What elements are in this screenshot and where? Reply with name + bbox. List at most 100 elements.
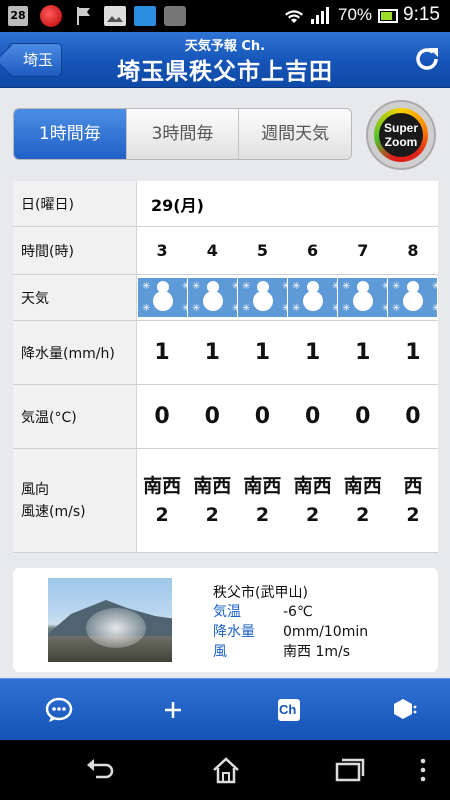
live-camera-card[interactable]: 秩父市(武甲山) 気温 -6℃ 降水量 0mm/10min 風 南西 1m/s — [13, 568, 438, 672]
date-label: 日(曜日) — [13, 181, 137, 226]
hour-cell: 6 — [307, 241, 319, 260]
main-content: 1時間毎 3時間毎 週間天気 Super Zoom 日(曜日) 29(月) 時間… — [0, 88, 450, 678]
hour-label: 時間(時) — [13, 227, 137, 274]
superzoom-line1: Super — [383, 121, 418, 135]
hour-cell: 5 — [256, 241, 268, 260]
snowflake-icon: ✳ — [282, 303, 287, 314]
recent-apps-icon[interactable] — [334, 756, 366, 784]
wind-speed: 2 — [406, 503, 420, 526]
back-icon[interactable] — [84, 756, 116, 784]
precip-cell: 1 — [204, 340, 220, 365]
app-header: 埼玉 天気予報 Ch. 埼玉県秩父市上吉田 — [0, 32, 450, 88]
precip-cell: 1 — [154, 340, 170, 365]
snowflake-icon: ✳ — [242, 281, 251, 292]
snow-icon: ✳ ✳ ✳ ✳ — [388, 278, 437, 317]
wind-speed: 2 — [205, 503, 219, 526]
home-icon[interactable] — [210, 756, 242, 784]
wind-direction: 南西 — [143, 474, 182, 497]
snowflake-icon: ✳ — [382, 281, 387, 292]
precip-cell: 1 — [405, 340, 421, 365]
temp-cell: 0 — [154, 404, 170, 429]
wind-speed: 2 — [155, 503, 169, 526]
wind-label-line1: 風向 — [21, 481, 49, 498]
tab-hourly[interactable]: 1時間毎 — [14, 109, 126, 159]
date-value: 29(月) — [137, 181, 438, 226]
battery-percent: 70% — [338, 5, 373, 24]
snowman-icon — [202, 281, 224, 317]
snowflake-icon: ✳ — [142, 303, 151, 314]
app-icon — [40, 5, 62, 27]
bottom-toolbar: Ch — [0, 678, 450, 740]
snow-icon: ✳ ✳ ✳ ✳ — [138, 278, 187, 317]
wind-cell: 南西 2 — [237, 449, 287, 552]
wind-speed: 2 — [356, 503, 370, 526]
precip-row: 降水量(mm/h) 1 1 1 1 1 1 — [13, 321, 438, 385]
snowman-icon — [152, 281, 174, 317]
snowflake-icon: ✳ — [232, 281, 237, 292]
comment-icon[interactable] — [45, 696, 73, 724]
live-observations: 気温 -6℃ 降水量 0mm/10min 風 南西 1m/s — [213, 602, 368, 662]
wind-direction: 南西 — [193, 474, 232, 497]
snow-icon: ✳ ✳ ✳ ✳ — [338, 278, 387, 317]
snowflake-icon: ✳ — [282, 281, 287, 292]
snowflake-icon: ✳ — [182, 281, 187, 292]
temp-cell: 0 — [254, 404, 271, 429]
wind-direction: 南西 — [243, 474, 282, 497]
menu-icon[interactable] — [418, 756, 428, 784]
tab-3hourly[interactable]: 3時間毎 — [125, 109, 239, 159]
hour-cell: 4 — [206, 241, 218, 260]
weather-table: 日(曜日) 29(月) 時間(時) 3 4 5 6 7 8 天気 ✳ ✳ ✳ ✳ ✳ ✳ ✳… — [13, 181, 438, 553]
channel-icon[interactable]: Ch — [275, 696, 303, 724]
precip-cell: 1 — [355, 340, 371, 365]
snowflake-icon: ✳ — [232, 303, 237, 314]
calendar-icon: 28 — [8, 6, 28, 26]
hour-cell: 7 — [357, 241, 369, 260]
temp-cell: 0 — [355, 404, 371, 429]
tab-weekly[interactable]: 週間天気 — [238, 109, 351, 159]
hour-cell: 8 — [407, 241, 419, 260]
wind-speed: 2 — [305, 503, 320, 526]
wind-cell: 南西 2 — [338, 449, 388, 552]
snowflake-icon: ✳ — [292, 281, 301, 292]
status-bar: 28 70% 9:15 — [0, 0, 450, 32]
wind-label-line2: 風速(m/s) — [21, 503, 86, 520]
live-key: 気温 — [213, 604, 241, 620]
live-key: 降水量 — [213, 624, 255, 640]
live-camera-photo[interactable] — [48, 578, 172, 662]
wind-direction: 西 — [403, 474, 423, 497]
refresh-icon[interactable] — [412, 44, 442, 74]
back-button-label: 埼玉 — [23, 51, 54, 69]
snowflake-icon: ✳ — [382, 303, 387, 314]
plus-icon[interactable] — [159, 696, 187, 724]
snowflake-icon: ✳ — [332, 281, 337, 292]
snowflake-icon: ✳ — [192, 281, 201, 292]
snow-icon: ✳ ✳ ✳ ✳ — [238, 278, 287, 317]
live-location: 秩父市(武甲山) — [213, 585, 308, 601]
settings-icon[interactable] — [389, 696, 417, 724]
weather-row: 天気 ✳ ✳ ✳ ✳ ✳ ✳ ✳ ✳ ✳ ✳ ✳ ✳ ✳ ✳ ✳ ✳ ✳ ✳ ✳ ✳ ✳ ✳ ✳ ✳ — [13, 275, 438, 321]
wind-row: 風向 風速(m/s) 南西 2 南西 2 南西 2 南西 2 南西 2 西2 — [13, 449, 438, 553]
live-value: 南西 1m/s — [283, 644, 351, 660]
signal-icon — [310, 6, 330, 26]
hour-cell: 3 — [156, 241, 168, 260]
superzoom-ring: Super Zoom — [374, 108, 428, 162]
wind-direction: 南西 — [343, 474, 382, 497]
wind-cell: 西2 — [388, 449, 438, 552]
temp-cell: 0 — [204, 404, 220, 429]
snowflake-icon: ✳ — [142, 281, 151, 292]
page-title: 埼玉県秩父市上吉田 — [117, 59, 333, 85]
channel-label: Ch — [279, 702, 297, 717]
weather-label: 天気 — [13, 275, 137, 320]
snowflake-icon: ✳ — [192, 303, 201, 314]
snowflake-icon: ✳ — [342, 281, 351, 292]
wind-direction: 南西 — [293, 474, 332, 497]
temp-cell: 0 — [304, 404, 321, 429]
temp-cell: 0 — [405, 404, 421, 429]
superzoom-button[interactable]: Super Zoom — [366, 100, 436, 170]
snowman-icon — [302, 281, 324, 317]
temp-row: 気温(°C) 0 0 0 0 0 0 — [13, 385, 438, 449]
snowman-icon — [352, 281, 374, 317]
snow-icon: ✳ ✳ ✳ ✳ — [288, 278, 337, 317]
live-value: 0mm/10min — [283, 624, 369, 640]
snowflake-icon: ✳ — [342, 303, 351, 314]
